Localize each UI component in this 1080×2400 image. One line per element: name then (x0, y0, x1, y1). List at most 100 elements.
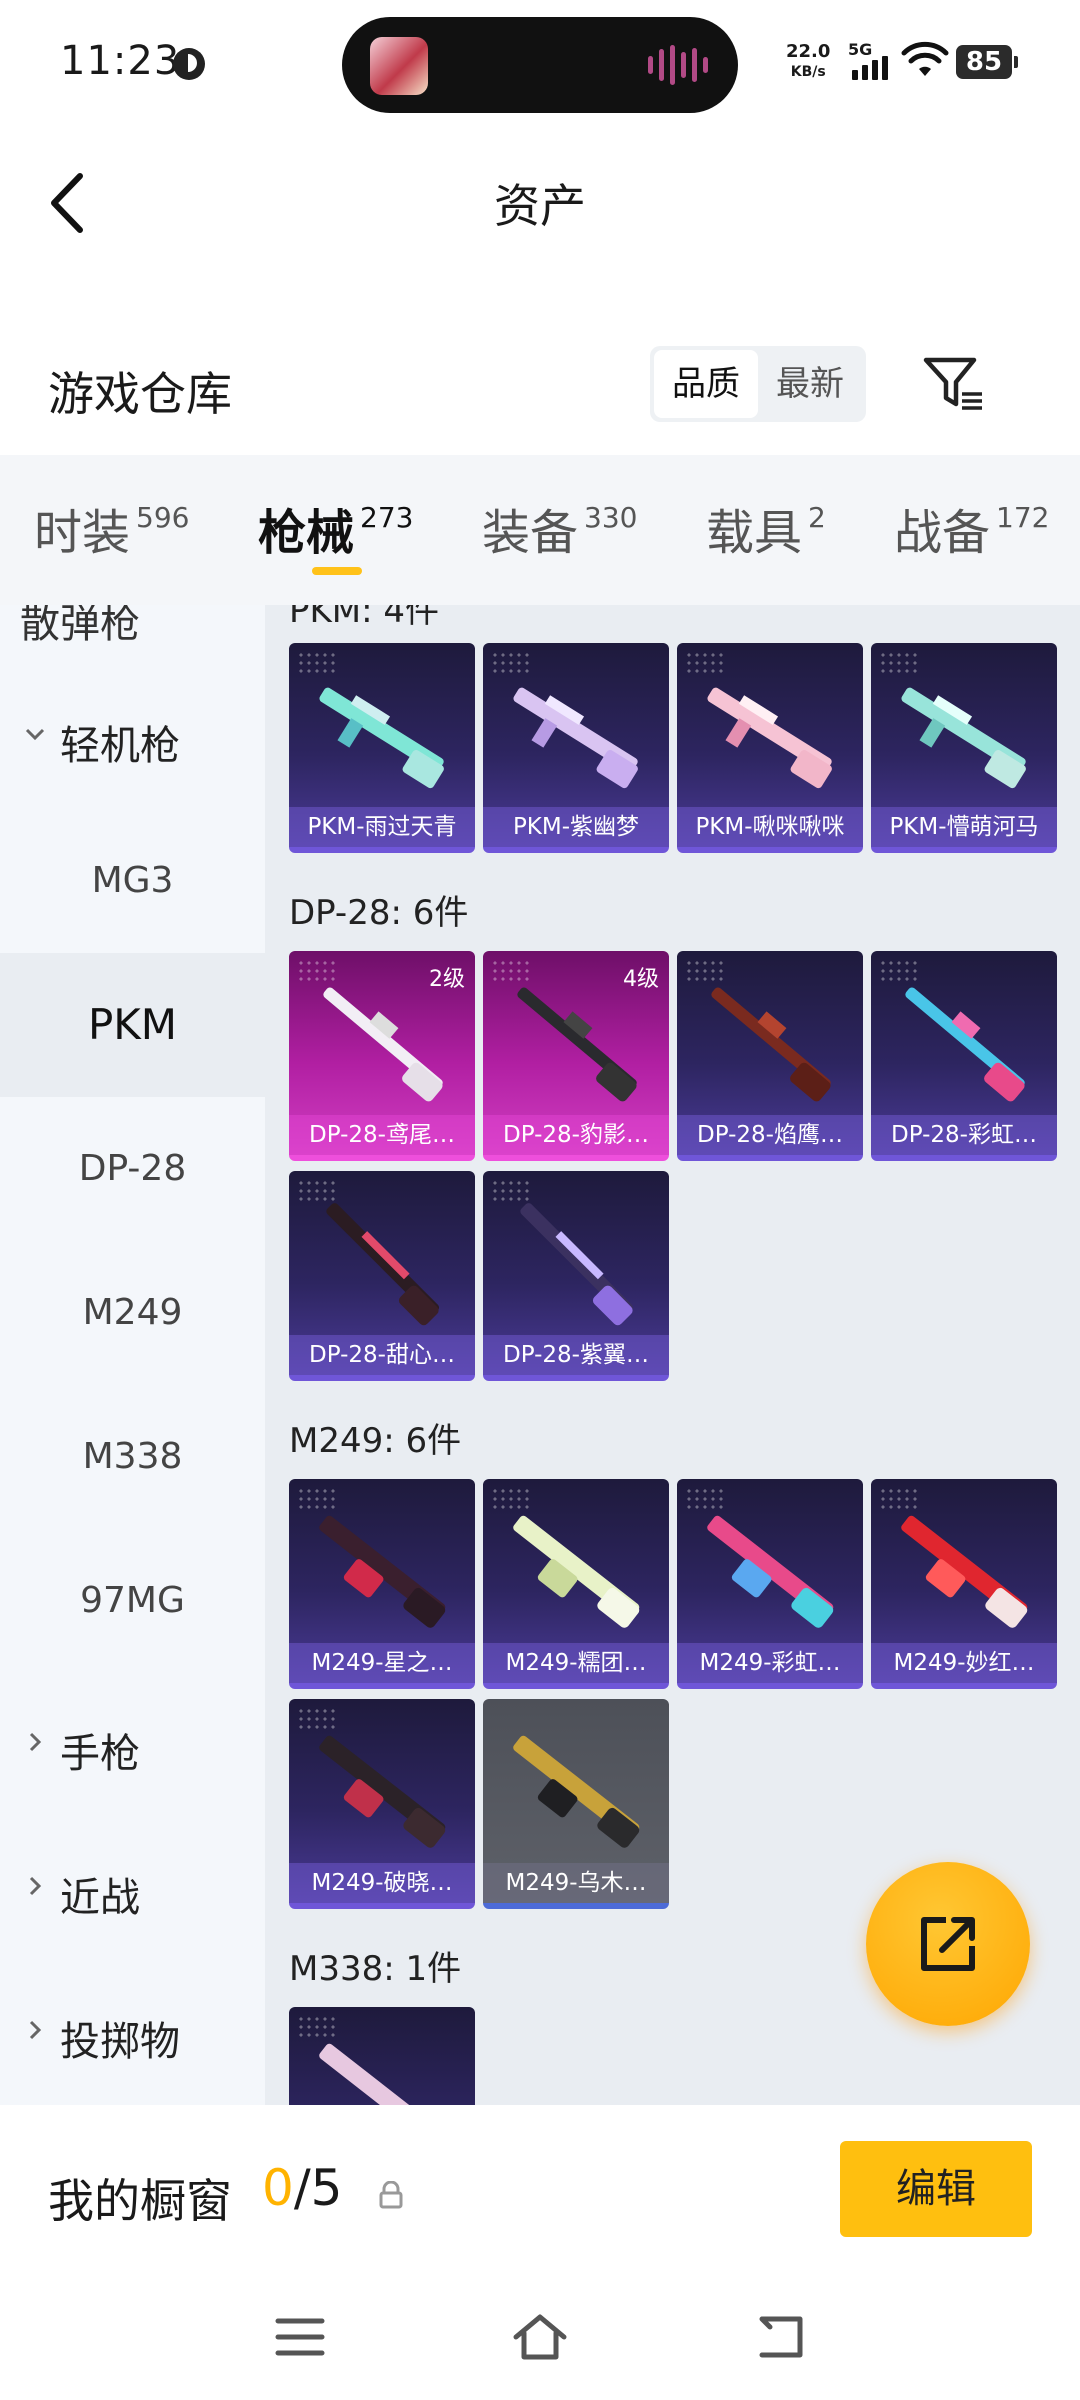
weapon-card[interactable]: DP-28-彩虹… (871, 951, 1057, 1161)
weapon-name: DP-28-紫翼… (483, 1335, 669, 1375)
net-speed-unit: KB/s (790, 64, 826, 80)
sidebar-category-label: 近战 (60, 1875, 140, 1921)
weapon-card[interactable]: M249-糯团… (483, 1479, 669, 1689)
app-avatar-icon (370, 37, 428, 95)
sidebar-category-label: 投掷物 (60, 2019, 180, 2065)
weapon-name: DP-28-焰鹰… (677, 1115, 863, 1155)
system-nav-bar (0, 2285, 1080, 2400)
sort-toggle: 品质 最新 (650, 346, 866, 422)
sidebar-category-melee[interactable]: 近战 (0, 1817, 265, 1961)
lmg-skin-icon (319, 687, 444, 789)
category-tabs: 时装 596 枪械 273 装备 330 载具 2 战备 172 (0, 455, 1080, 605)
sidebar-item-dp28[interactable]: DP-28 (0, 1097, 265, 1241)
share-external-icon (921, 1917, 975, 1971)
chevron-right-icon (29, 2020, 42, 2040)
weapon-card[interactable]: DP-28-紫翼… (483, 1171, 669, 1381)
sidebar-item-m338[interactable]: M338 (0, 1385, 265, 1529)
tab-count: 2 (808, 501, 826, 534)
tab-label: 时装 (34, 505, 131, 561)
active-tab-indicator (312, 567, 362, 575)
share-fab-button[interactable] (866, 1862, 1030, 2026)
weapon-card[interactable]: M249-乌木… (483, 1699, 669, 1909)
page-title: 资产 (494, 179, 586, 233)
lmg-skin-icon (901, 687, 1026, 789)
net-speed-value: 22.0 (786, 41, 831, 62)
tab-tactical[interactable]: 战备 172 (894, 493, 1049, 563)
sidebar-category-lmg[interactable]: 轻机枪 (0, 665, 265, 809)
dynamic-island[interactable] (342, 17, 738, 113)
weapon-sidebar: 散弹枪 轻机枪 MG3 PKM DP-28 M249 M338 97MG 手枪 … (0, 605, 265, 2105)
group-title-m249: M249: 6件 (289, 1421, 462, 1461)
sidebar-category-pistol[interactable]: 手枪 (0, 1673, 265, 1817)
clock: 11:23 (60, 38, 181, 84)
filter-icon[interactable] (922, 354, 986, 414)
tab-label: 装备 (482, 505, 579, 561)
weapon-card[interactable]: 2级 DP-28-鸢尾… (289, 951, 475, 1161)
weapon-card[interactable]: PKM-啾咪啾咪 (677, 643, 863, 853)
weapon-name: M249-彩虹… (677, 1643, 863, 1683)
battery-icon: 85 (956, 45, 1018, 79)
tab-gear[interactable]: 装备 330 (482, 493, 637, 563)
lmg-skin-icon (901, 1515, 1028, 1628)
showcase-current: 0 (262, 2159, 294, 2217)
weapon-name: DP-28-豹影… (483, 1115, 669, 1155)
weapon-name: M249-糯团… (483, 1643, 669, 1683)
lmg-skin-icon (319, 2043, 446, 2105)
sidebar-item-shotgun[interactable]: 散弹枪 (20, 605, 140, 649)
lmg-skin-icon (513, 1515, 640, 1628)
group-title-dp28: DP-28: 6件 (289, 893, 469, 933)
lmg-skin-icon (319, 1515, 446, 1628)
net-speed: 22.0 KB/s (786, 42, 830, 82)
weapon-card[interactable]: DP-28-焰鹰… (677, 951, 863, 1161)
tab-outfit[interactable]: 时装 596 (34, 493, 189, 563)
group-title-m338: M338: 1件 (289, 1949, 462, 1989)
showcase-title: 我的橱窗 (48, 2174, 232, 2228)
tab-label: 战备 (894, 505, 991, 561)
tab-count: 596 (136, 501, 190, 534)
weapon-card[interactable]: M249-妙红… (871, 1479, 1057, 1689)
weapon-name: M249-星之… (289, 1643, 475, 1683)
lmg-skin-icon (517, 987, 637, 1102)
weapon-card[interactable]: 4级 DP-28-豹影… (483, 951, 669, 1161)
audio-wave-icon (648, 45, 708, 85)
sidebar-item-m249[interactable]: M249 (0, 1241, 265, 1385)
sort-newest-option[interactable]: 最新 (758, 350, 862, 418)
tab-label: 载具 (706, 505, 803, 561)
tab-guns[interactable]: 枪械 273 (258, 493, 413, 563)
weapon-name: M249-破晓… (289, 1863, 475, 1903)
weapon-card[interactable]: M249-彩虹… (677, 1479, 863, 1689)
weapon-card[interactable] (289, 2007, 475, 2105)
weapon-card[interactable]: PKM-紫幽梦 (483, 643, 669, 853)
showcase-panel: 我的橱窗 0/5 编辑 (0, 2105, 1080, 2285)
menu-icon[interactable] (270, 2307, 330, 2367)
weapon-card[interactable]: DP-28-甜心… (289, 1171, 475, 1381)
tab-count: 172 (996, 501, 1050, 534)
sidebar-category-label: 手枪 (60, 1731, 140, 1777)
weapon-name: M249-妙红… (871, 1643, 1057, 1683)
weapon-card[interactable]: PKM-懵萌河马 (871, 643, 1057, 853)
home-icon[interactable] (510, 2307, 570, 2367)
weapon-card[interactable]: PKM-雨过天青 (289, 643, 475, 853)
lmg-skin-icon (319, 1735, 446, 1848)
sidebar-item-97mg[interactable]: 97MG (0, 1529, 265, 1673)
group-title-pkm: PKM: 4件 (289, 605, 440, 631)
sidebar-item-mg3[interactable]: MG3 (0, 809, 265, 953)
edit-button[interactable]: 编辑 (840, 2141, 1032, 2237)
weapon-name: PKM-懵萌河马 (871, 807, 1057, 847)
tab-count: 273 (360, 501, 414, 534)
sidebar-item-pkm[interactable]: PKM (0, 953, 265, 1097)
sidebar-category-label: 轻机枪 (60, 723, 180, 769)
signal-icon (852, 56, 888, 80)
weapon-card[interactable]: M249-星之… (289, 1479, 475, 1689)
lmg-skin-icon (513, 1735, 640, 1848)
weapon-card[interactable]: M249-破晓… (289, 1699, 475, 1909)
sidebar-category-throwable[interactable]: 投掷物 (0, 1961, 265, 2105)
sort-quality-option[interactable]: 品质 (654, 350, 758, 418)
tab-count: 330 (584, 501, 638, 534)
chevron-right-icon (29, 1732, 42, 1752)
back-nav-icon[interactable] (750, 2307, 810, 2367)
lmg-skin-icon (707, 687, 832, 789)
tab-label: 枪械 (258, 505, 355, 561)
tab-vehicles[interactable]: 载具 2 (706, 493, 826, 563)
header: 资产 (0, 140, 1080, 260)
